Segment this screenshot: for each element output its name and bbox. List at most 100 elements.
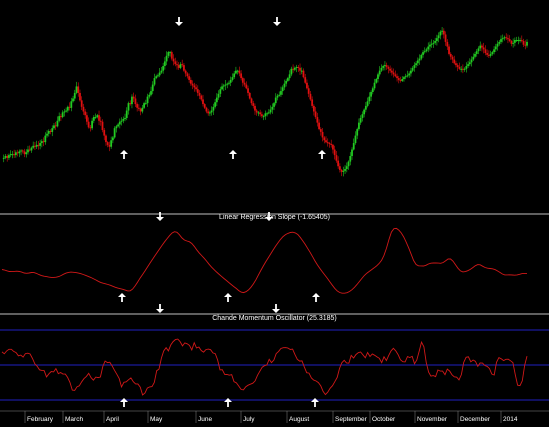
candle-body	[304, 77, 307, 83]
candle-body	[434, 40, 437, 43]
candle-body	[8, 155, 10, 158]
candle-body	[420, 54, 423, 59]
candle-body	[507, 38, 509, 40]
candle-body	[349, 156, 352, 162]
candle-body	[160, 70, 163, 73]
candle-body	[494, 46, 497, 50]
candle-body	[191, 83, 194, 86]
candle-body	[375, 79, 378, 83]
candle-body	[77, 86, 80, 93]
candle-body	[40, 141, 43, 144]
candle-body	[172, 58, 175, 62]
candle-body	[330, 143, 333, 145]
candle-body	[196, 89, 199, 93]
candle-body	[210, 110, 213, 113]
candle-body	[311, 99, 314, 106]
candle-body	[500, 39, 502, 42]
candle-body	[292, 68, 294, 70]
candle-body	[520, 40, 523, 42]
x-tick-label: October	[372, 416, 396, 423]
candle-body	[477, 48, 480, 52]
candle-body	[496, 43, 499, 47]
candle-body	[56, 120, 59, 127]
candle-body	[183, 65, 185, 71]
candle-body	[222, 85, 225, 87]
candle-body	[429, 44, 431, 47]
candle-body	[35, 144, 38, 147]
candle-body	[167, 52, 170, 56]
candle-body	[110, 140, 113, 147]
candle-body	[158, 72, 161, 76]
candle-body	[136, 104, 139, 108]
candle-body	[410, 70, 412, 74]
candle-body	[240, 73, 243, 79]
candle-body	[198, 92, 201, 96]
x-tick-label: May	[150, 416, 163, 423]
candle-body	[262, 116, 265, 118]
candle-body	[233, 73, 236, 78]
candle-body	[271, 106, 274, 110]
candle-body	[397, 78, 400, 80]
candle-body	[132, 96, 135, 99]
candle-body	[87, 121, 90, 128]
candle-body	[131, 96, 133, 105]
candle-body	[54, 125, 57, 127]
candle-body	[44, 135, 47, 143]
candle-body	[436, 38, 438, 41]
candle-body	[146, 96, 149, 104]
candle-body	[437, 35, 440, 39]
candle-body	[245, 84, 248, 89]
candle-body	[442, 30, 445, 35]
candle-body	[6, 156, 9, 158]
candle-body	[188, 76, 191, 80]
candle-body	[444, 34, 447, 42]
candle-body	[465, 66, 468, 69]
candle-body	[231, 77, 234, 80]
candle-body	[399, 79, 402, 81]
candle-body	[84, 111, 87, 116]
candle-body	[153, 78, 156, 85]
candle-body	[2, 157, 5, 159]
candle-body	[283, 83, 286, 88]
candle-body	[356, 129, 359, 136]
candle-body	[416, 60, 419, 64]
candle-body	[18, 151, 21, 154]
candle-body	[515, 40, 518, 42]
candle-body	[60, 116, 62, 118]
candle-body	[366, 101, 369, 106]
candle-body	[470, 59, 473, 63]
candle-body	[80, 100, 83, 107]
candle-body	[517, 40, 520, 42]
candle-body	[4, 156, 7, 158]
candle-body	[73, 92, 76, 99]
candle-body	[51, 128, 54, 132]
candle-body	[105, 135, 107, 143]
candle-body	[274, 97, 277, 104]
candle-body	[326, 142, 329, 144]
candle-body	[314, 111, 317, 118]
candle-body	[200, 95, 203, 100]
candle-body	[418, 58, 421, 61]
candle-body	[468, 62, 471, 65]
candle-body	[203, 104, 206, 108]
candle-body	[338, 166, 341, 170]
candle-body	[302, 70, 305, 78]
x-tick-label: August	[289, 416, 309, 423]
candle-body	[139, 108, 142, 112]
candle-body	[347, 161, 350, 167]
candle-body	[32, 145, 35, 148]
candle-body	[241, 78, 244, 83]
candle-body	[229, 79, 232, 83]
candle-body	[91, 120, 93, 129]
candle-body	[58, 116, 61, 121]
candle-body	[9, 154, 12, 156]
candle-body	[214, 102, 217, 107]
candle-body	[385, 65, 388, 67]
candle-body	[390, 70, 393, 73]
candle-body	[170, 52, 173, 59]
candle-body	[319, 129, 322, 132]
candle-body	[189, 79, 192, 84]
candle-body	[137, 107, 140, 109]
candle-body	[286, 78, 289, 81]
candle-body	[148, 94, 151, 97]
